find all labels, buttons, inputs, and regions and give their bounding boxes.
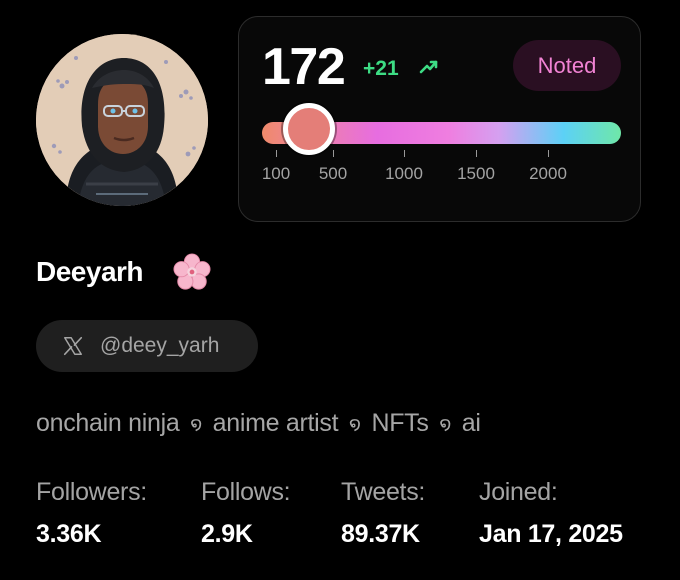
- stat-follows[interactable]: Follows: 2.9K: [201, 478, 291, 548]
- scale-tick: [548, 150, 549, 157]
- cherry-blossom-icon: [173, 253, 211, 290]
- scale-tick-label: 100: [261, 164, 291, 183]
- stat-value: 3.36K: [36, 520, 102, 548]
- stat-followers[interactable]: Followers: 3.36K: [36, 478, 147, 548]
- scale-tick-label: 2000: [529, 164, 567, 183]
- stat-joined: Joined: Jan 17, 2025: [479, 478, 623, 548]
- stat-value: Jan 17, 2025: [479, 520, 623, 548]
- display-name: Deeyarh: [36, 256, 144, 287]
- score-delta: +21: [363, 57, 399, 80]
- scale-tick-label: 1000: [385, 164, 423, 183]
- x-handle-chip[interactable]: @deey_yarh: [36, 320, 258, 372]
- bio-item: NFTs: [371, 409, 429, 437]
- scale-tick-label: 1500: [457, 164, 495, 183]
- bio-item: ai: [461, 409, 481, 437]
- scale-tick: [476, 150, 477, 157]
- scale-tick: [276, 150, 277, 157]
- avatar: [36, 34, 208, 206]
- trending-up-icon: [419, 60, 438, 74]
- bio-separator: ໑: [348, 414, 361, 435]
- scale-tick: [404, 150, 405, 157]
- score-value: 172: [262, 38, 346, 96]
- scale-tick: [333, 150, 334, 157]
- bio-separator: ໑: [190, 414, 202, 435]
- bio: onchain ninja ໑ anime artist ໑ NFTs ໑ ai: [36, 408, 481, 440]
- avatar-illustration: [36, 34, 208, 206]
- stat-label: Joined:: [479, 478, 558, 506]
- bio-separator: ໑: [439, 414, 452, 435]
- score-slider-knob[interactable]: [283, 103, 335, 155]
- stat-value: 2.9K: [201, 520, 253, 548]
- stat-value: 89.37K: [341, 520, 420, 548]
- x-handle: @deey_yarh: [100, 334, 220, 357]
- noted-badge[interactable]: Noted: [513, 40, 621, 91]
- score-card: 172 +21 Noted 100 500 1000 1500 2000: [238, 16, 641, 222]
- bio-item: anime artist: [212, 409, 339, 437]
- bio-item: onchain ninja: [36, 409, 180, 437]
- stat-label: Followers:: [36, 478, 147, 506]
- scale-tick-label: 500: [318, 164, 348, 183]
- x-logo-icon: [63, 336, 83, 356]
- stat-label: Follows:: [201, 478, 291, 506]
- stat-label: Tweets:: [341, 478, 426, 506]
- stat-tweets[interactable]: Tweets: 89.37K: [341, 478, 425, 548]
